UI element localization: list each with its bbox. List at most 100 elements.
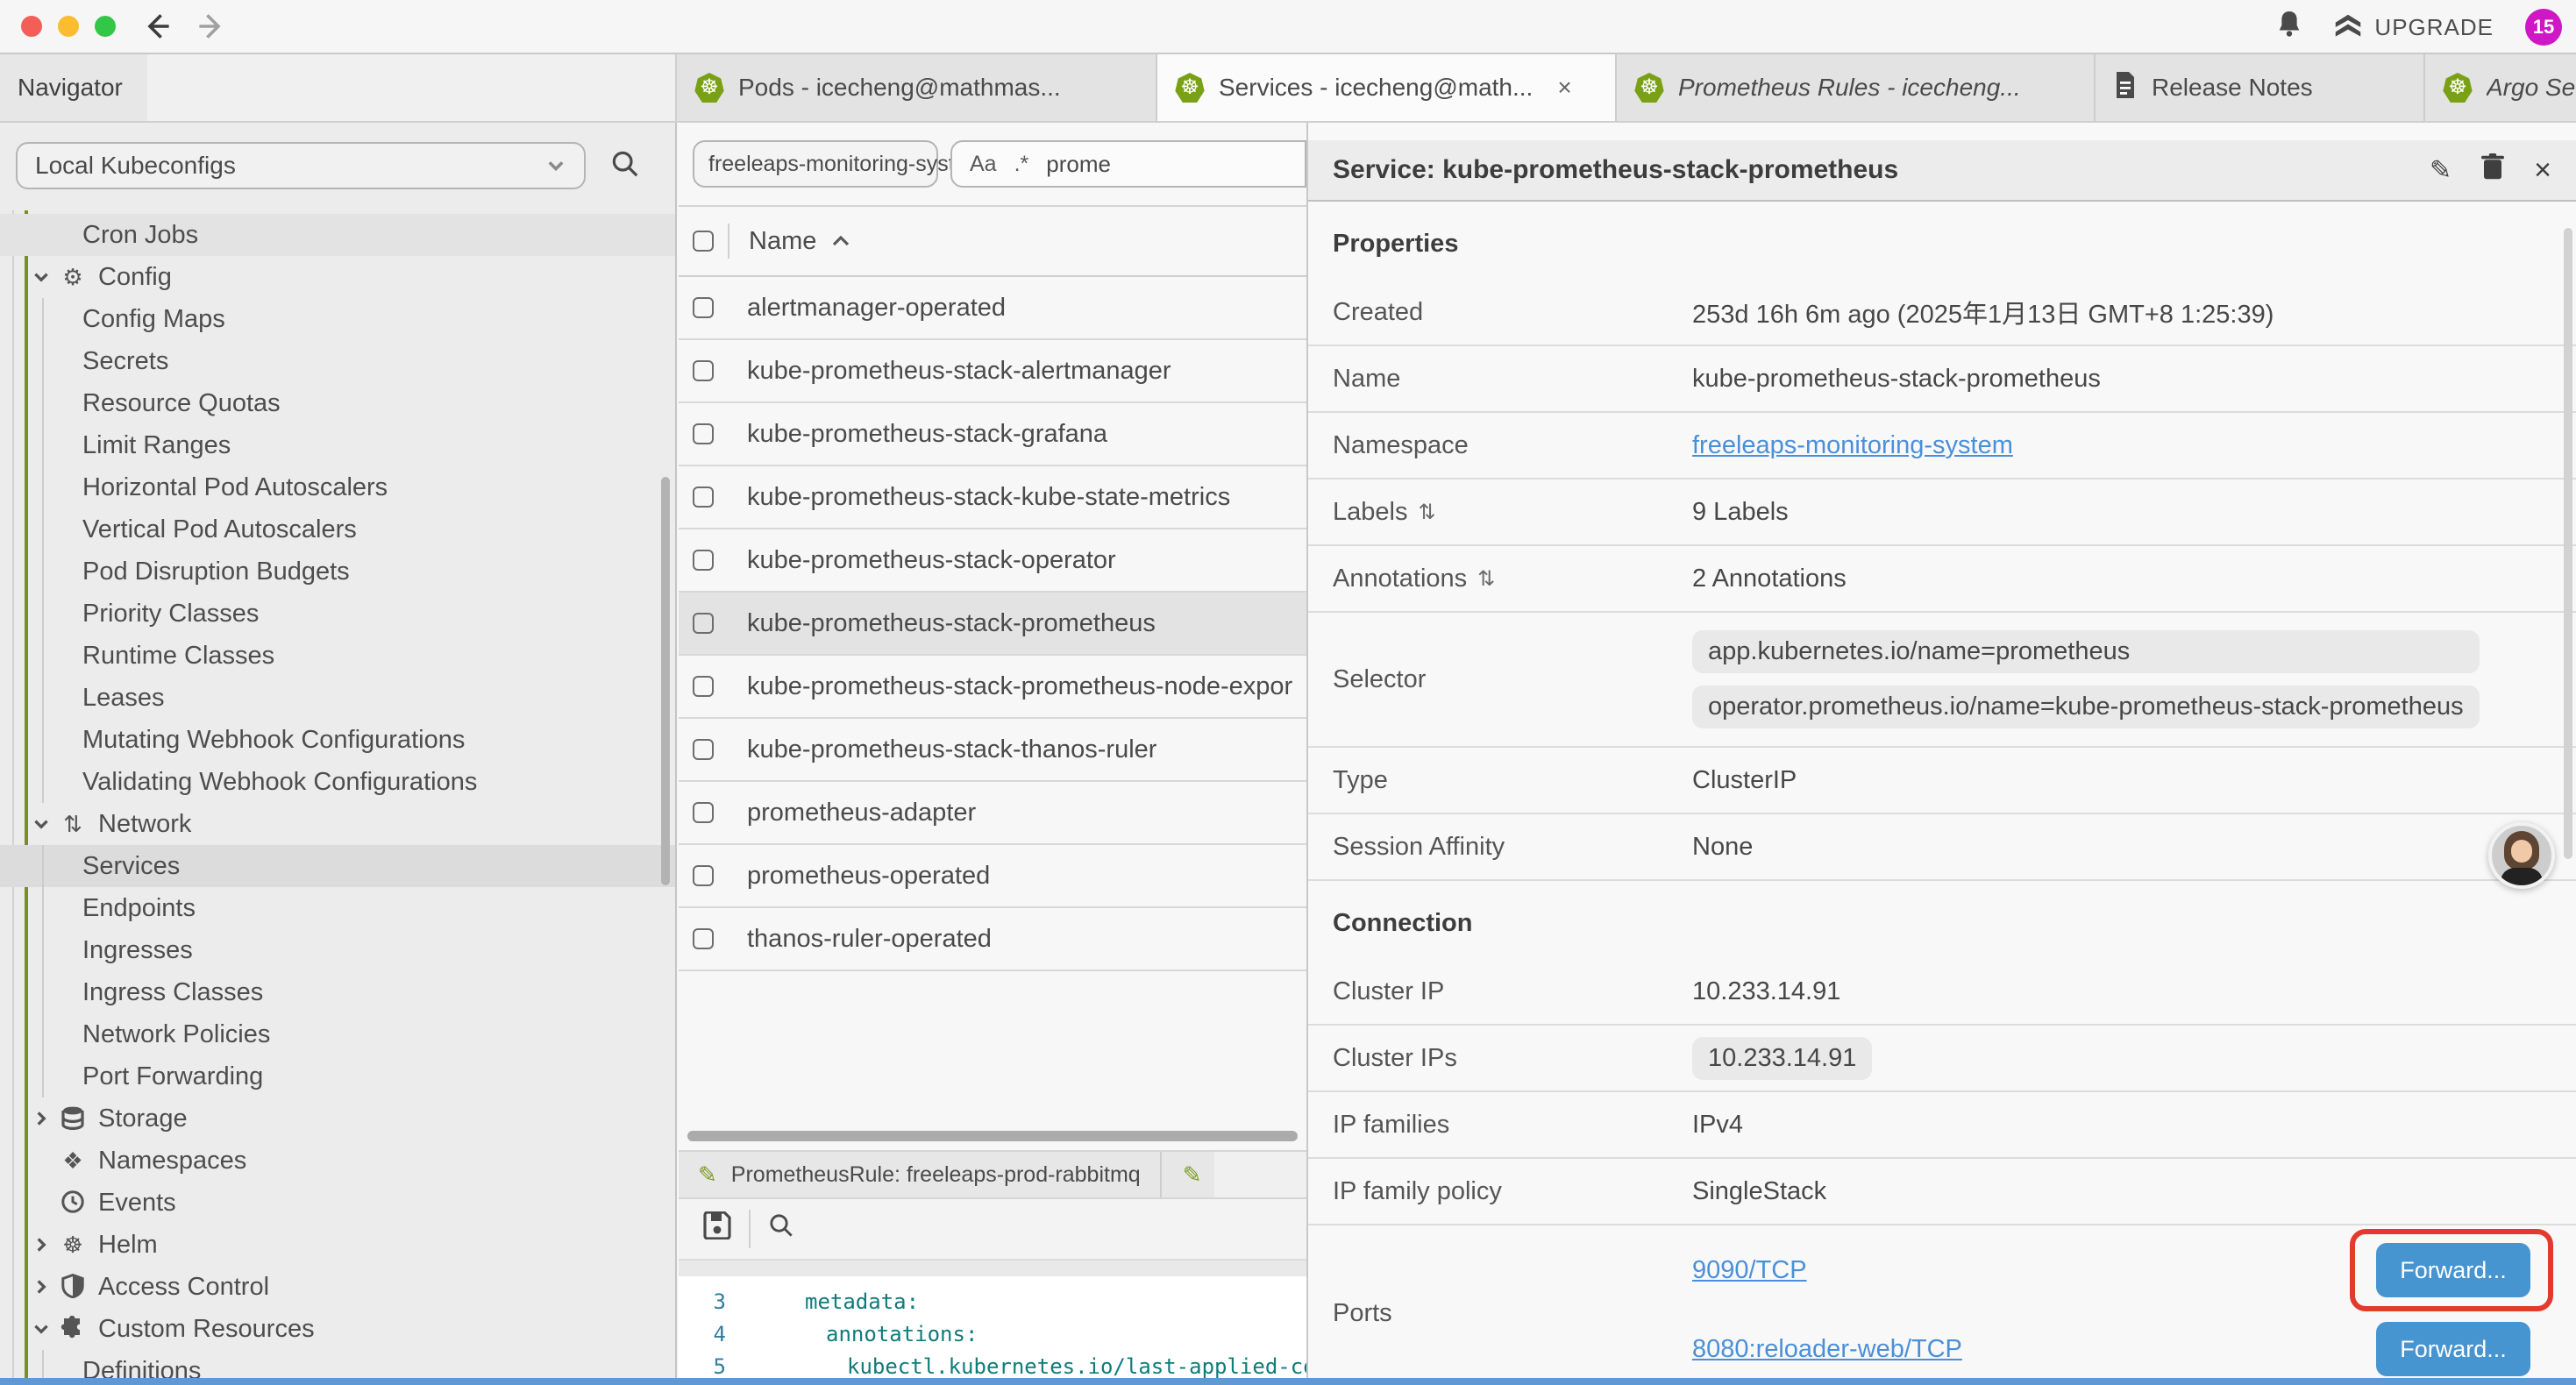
- forward-icon[interactable]: [195, 11, 226, 42]
- chevron-down-icon[interactable]: [32, 1319, 51, 1339]
- search-input[interactable]: Aa .* prome: [950, 140, 1306, 188]
- table-row[interactable]: kube-prometheus-stack-prometheus: [679, 593, 1306, 656]
- sidebar-item-network-policies[interactable]: Network Policies: [0, 1013, 675, 1055]
- close-icon[interactable]: ×: [2534, 153, 2551, 188]
- sidebar-item-namespaces[interactable]: ❖Namespaces: [0, 1140, 675, 1182]
- close-tab-icon[interactable]: ×: [1557, 74, 1571, 102]
- sidebar-item-config-maps[interactable]: Config Maps: [0, 298, 675, 340]
- window-tab-5[interactable]: ☸Argo Se: [2425, 54, 2576, 121]
- panel-scrollbar[interactable]: [2564, 228, 2572, 859]
- tab-navigator[interactable]: Navigator: [0, 54, 147, 121]
- sidebar-item-services[interactable]: Services: [0, 845, 675, 887]
- sidebar-item-resource-quotas[interactable]: Resource Quotas: [0, 382, 675, 424]
- sidebar-scrollbar[interactable]: [661, 477, 670, 885]
- port-link[interactable]: 8080:reloader-web/TCP: [1692, 1335, 1962, 1364]
- row-checkbox[interactable]: [693, 360, 714, 381]
- sidebar-item-priority-classes[interactable]: Priority Classes: [0, 593, 675, 635]
- match-case-toggle[interactable]: Aa: [970, 152, 997, 177]
- row-checkbox[interactable]: [693, 613, 714, 634]
- row-checkbox[interactable]: [693, 297, 714, 318]
- navigator-sidebar: Local Kubeconfigs Cron Jobs⚙ConfigConfig…: [0, 123, 677, 1378]
- zoom-window-button[interactable]: [95, 16, 116, 37]
- back-icon[interactable]: [142, 11, 174, 42]
- upgrade-button[interactable]: UPGRADE: [2334, 14, 2494, 41]
- sidebar-item-ingresses[interactable]: Ingresses: [0, 929, 675, 971]
- sidebar-item-config[interactable]: ⚙Config: [0, 256, 675, 298]
- column-header-name[interactable]: Name: [749, 227, 851, 256]
- chevron-down-icon[interactable]: [32, 267, 51, 287]
- bell-icon[interactable]: [2276, 10, 2302, 45]
- namespace-link[interactable]: freeleaps-monitoring-system: [1692, 431, 2013, 459]
- sidebar-item-runtime-classes[interactable]: Runtime Classes: [0, 635, 675, 677]
- select-all-checkbox[interactable]: [693, 231, 714, 252]
- row-checkbox[interactable]: [693, 928, 714, 949]
- row-checkbox[interactable]: [693, 487, 714, 508]
- sidebar-item-port-forwarding[interactable]: Port Forwarding: [0, 1055, 675, 1097]
- table-row[interactable]: alertmanager-operated: [679, 277, 1306, 340]
- search-icon[interactable]: [610, 149, 640, 186]
- row-checkbox[interactable]: [693, 739, 714, 760]
- tab-partial[interactable]: ✎: [1162, 1152, 1214, 1197]
- table-row[interactable]: thanos-ruler-operated: [679, 908, 1306, 971]
- edit-icon[interactable]: ✎: [2430, 155, 2451, 186]
- sidebar-item-validating-webhook-configurations[interactable]: Validating Webhook Configurations: [0, 761, 675, 803]
- table-row[interactable]: kube-prometheus-stack-kube-state-metrics: [679, 466, 1306, 529]
- sidebar-item-endpoints[interactable]: Endpoints: [0, 887, 675, 929]
- sidebar-item-ingress-classes[interactable]: Ingress Classes: [0, 971, 675, 1013]
- chevron-right-icon[interactable]: [32, 1235, 51, 1254]
- chevron-down-icon[interactable]: [32, 814, 51, 834]
- sidebar-item-custom-resources[interactable]: Custom Resources: [0, 1308, 675, 1350]
- chevron-right-icon[interactable]: [32, 1277, 51, 1296]
- minimize-window-button[interactable]: [58, 16, 79, 37]
- row-checkbox[interactable]: [693, 423, 714, 444]
- sidebar-item-pod-disruption-budgets[interactable]: Pod Disruption Budgets: [0, 550, 675, 593]
- row-checkbox[interactable]: [693, 550, 714, 571]
- window-tab-1[interactable]: ☸Pods - icecheng@mathmas...: [677, 54, 1157, 121]
- row-checkbox[interactable]: [693, 802, 714, 823]
- sidebar-item-network[interactable]: ⇅Network: [0, 803, 675, 845]
- table-row[interactable]: kube-prometheus-stack-thanos-ruler: [679, 719, 1306, 782]
- sidebar-item-secrets[interactable]: Secrets: [0, 340, 675, 382]
- table-row[interactable]: kube-prometheus-stack-alertmanager: [679, 340, 1306, 403]
- table-row[interactable]: kube-prometheus-stack-grafana: [679, 403, 1306, 466]
- sidebar-item-leases[interactable]: Leases: [0, 677, 675, 719]
- table-row[interactable]: prometheus-adapter: [679, 782, 1306, 845]
- notification-count-badge[interactable]: 15: [2525, 9, 2562, 46]
- user-avatar[interactable]: [2488, 822, 2555, 889]
- horizontal-scrollbar[interactable]: [687, 1131, 1298, 1141]
- sidebar-item-cron-jobs[interactable]: Cron Jobs: [0, 214, 675, 256]
- kubeconfig-select[interactable]: Local Kubeconfigs: [16, 142, 586, 189]
- tab-prometheusrule[interactable]: ✎ PrometheusRule: freeleaps-prod-rabbitm…: [679, 1152, 1162, 1197]
- namespace-filter-select[interactable]: freeleaps-monitoring-system: [693, 140, 938, 188]
- window-tab-3[interactable]: ☸Prometheus Rules - icecheng...: [1617, 54, 2096, 121]
- sidebar-item-limit-ranges[interactable]: Limit Ranges: [0, 424, 675, 466]
- window-tab-2[interactable]: ☸Services - icecheng@math...×: [1157, 54, 1617, 121]
- table-row[interactable]: kube-prometheus-stack-prometheus-node-ex…: [679, 656, 1306, 719]
- chevron-right-icon[interactable]: [32, 1109, 51, 1128]
- close-window-button[interactable]: [21, 16, 42, 37]
- sort-updown-icon[interactable]: ⇅: [1477, 566, 1495, 592]
- indent-guide: [42, 719, 44, 761]
- table-row[interactable]: kube-prometheus-stack-operator: [679, 529, 1306, 593]
- regex-toggle[interactable]: .*: [1014, 152, 1029, 177]
- sidebar-item-access-control[interactable]: Access Control: [0, 1266, 675, 1308]
- row-checkbox[interactable]: [693, 676, 714, 697]
- port-link[interactable]: 9090/TCP: [1692, 1256, 1807, 1285]
- sidebar-item-helm[interactable]: ☸Helm: [0, 1224, 675, 1266]
- table-row[interactable]: prometheus-operated: [679, 845, 1306, 908]
- window-tab-4[interactable]: Release Notes: [2096, 54, 2425, 121]
- save-icon[interactable]: [703, 1211, 731, 1246]
- sidebar-item-vertical-pod-autoscalers[interactable]: Vertical Pod Autoscalers: [0, 508, 675, 550]
- forward-button[interactable]: Forward...: [2376, 1322, 2530, 1376]
- sidebar-item-definitions[interactable]: Definitions: [0, 1350, 675, 1378]
- sidebar-item-horizontal-pod-autoscalers[interactable]: Horizontal Pod Autoscalers: [0, 466, 675, 508]
- yaml-editor[interactable]: 3metadata:4annotations:5kubectl.kubernet…: [679, 1276, 1306, 1378]
- row-checkbox[interactable]: [693, 865, 714, 886]
- sidebar-item-events[interactable]: Events: [0, 1182, 675, 1224]
- sidebar-item-mutating-webhook-configurations[interactable]: Mutating Webhook Configurations: [0, 719, 675, 761]
- sort-updown-icon[interactable]: ⇅: [1418, 500, 1435, 525]
- sidebar-item-storage[interactable]: Storage: [0, 1097, 675, 1140]
- detail-row-cluster-ips: Cluster IPs10.233.14.91: [1308, 1026, 2576, 1092]
- editor-search-icon[interactable]: [768, 1212, 794, 1246]
- trash-icon[interactable]: [2481, 153, 2504, 187]
